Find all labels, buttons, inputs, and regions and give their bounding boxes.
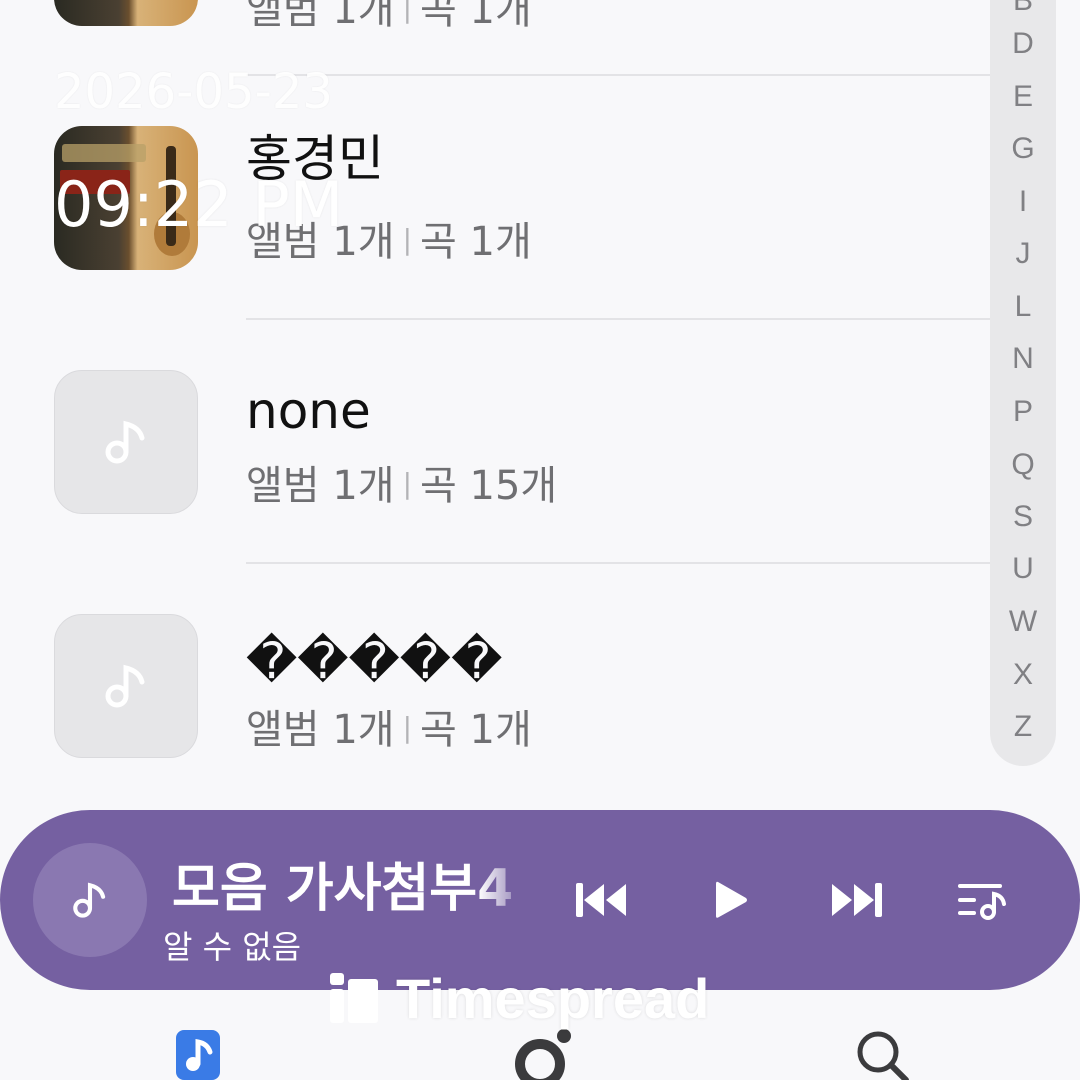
skip-previous-icon xyxy=(576,883,626,917)
watermark-logo-icon xyxy=(330,973,378,1023)
next-button[interactable] xyxy=(826,870,886,930)
music-note-icon xyxy=(105,420,145,464)
watermark-text: Timespread xyxy=(396,966,710,1030)
discover-icon xyxy=(515,1029,571,1080)
index-letter-b[interactable]: B xyxy=(990,0,1056,18)
index-letter-j[interactable]: J xyxy=(990,237,1056,271)
playlist-queue-icon xyxy=(958,884,1006,920)
artist-row-none[interactable]: none 앨범 1개 | 곡 15개 xyxy=(0,320,990,564)
previous-button[interactable] xyxy=(572,870,632,930)
watermark: Timespread xyxy=(330,966,709,1030)
artist-thumbnail xyxy=(54,0,198,26)
music-note-icon xyxy=(73,882,106,918)
artist-placeholder-thumbnail xyxy=(54,614,198,758)
index-letter-i[interactable]: I xyxy=(990,185,1056,219)
alphabet-index-scrollbar[interactable]: B D E G I J L N P Q S U W X Z xyxy=(990,0,1056,766)
now-playing-cover[interactable] xyxy=(33,843,147,957)
index-letter-g[interactable]: G xyxy=(990,132,1056,166)
index-letter-q[interactable]: Q xyxy=(990,448,1056,482)
nav-discover[interactable] xyxy=(512,1026,572,1080)
now-playing-artist: 알 수 없음 xyxy=(163,928,302,966)
index-letter-n[interactable]: N xyxy=(990,342,1056,376)
now-playing-title: 모음 가사첨부4 xyxy=(172,859,514,919)
nav-search[interactable] xyxy=(852,1026,912,1080)
music-note-icon xyxy=(105,664,145,708)
play-button[interactable] xyxy=(700,870,760,930)
now-playing-bar[interactable]: 모음 가사첨부4 알 수 없음 xyxy=(0,810,1080,990)
index-letter-u[interactable]: U xyxy=(990,552,1056,586)
index-letter-z[interactable]: Z xyxy=(990,710,1056,744)
search-icon xyxy=(857,1031,909,1080)
overlay-date: 2026-05-23 xyxy=(54,64,333,120)
playlist-button[interactable] xyxy=(952,870,1012,930)
index-letter-d[interactable]: D xyxy=(990,27,1056,61)
artist-row-meta: 앨범 1개 | 곡 1개 xyxy=(246,0,532,33)
artist-row-meta: 앨범 1개 | 곡 1개 xyxy=(246,707,532,753)
overlay-time: 09:22 PM xyxy=(54,168,344,241)
index-letter-p[interactable]: P xyxy=(990,395,1056,429)
index-letter-s[interactable]: S xyxy=(990,500,1056,534)
artist-name: none xyxy=(246,382,371,440)
music-library-icon xyxy=(176,1030,220,1080)
artist-row-partial[interactable]: 앨범 1개 | 곡 1개 xyxy=(0,0,990,74)
artist-name: ����� xyxy=(246,632,503,690)
artist-row-meta: 앨범 1개 | 곡 15개 xyxy=(246,463,558,509)
play-icon xyxy=(716,881,747,918)
index-letter-x[interactable]: X xyxy=(990,658,1056,692)
nav-library[interactable] xyxy=(172,1026,232,1080)
index-letter-l[interactable]: L xyxy=(990,290,1056,324)
artist-row-unknown-chars[interactable]: ����� 앨범 1개 | 곡 1개 xyxy=(0,564,990,808)
skip-next-icon xyxy=(832,883,882,917)
index-letter-e[interactable]: E xyxy=(990,80,1056,114)
artist-placeholder-thumbnail xyxy=(54,370,198,514)
index-letter-w[interactable]: W xyxy=(990,605,1056,639)
